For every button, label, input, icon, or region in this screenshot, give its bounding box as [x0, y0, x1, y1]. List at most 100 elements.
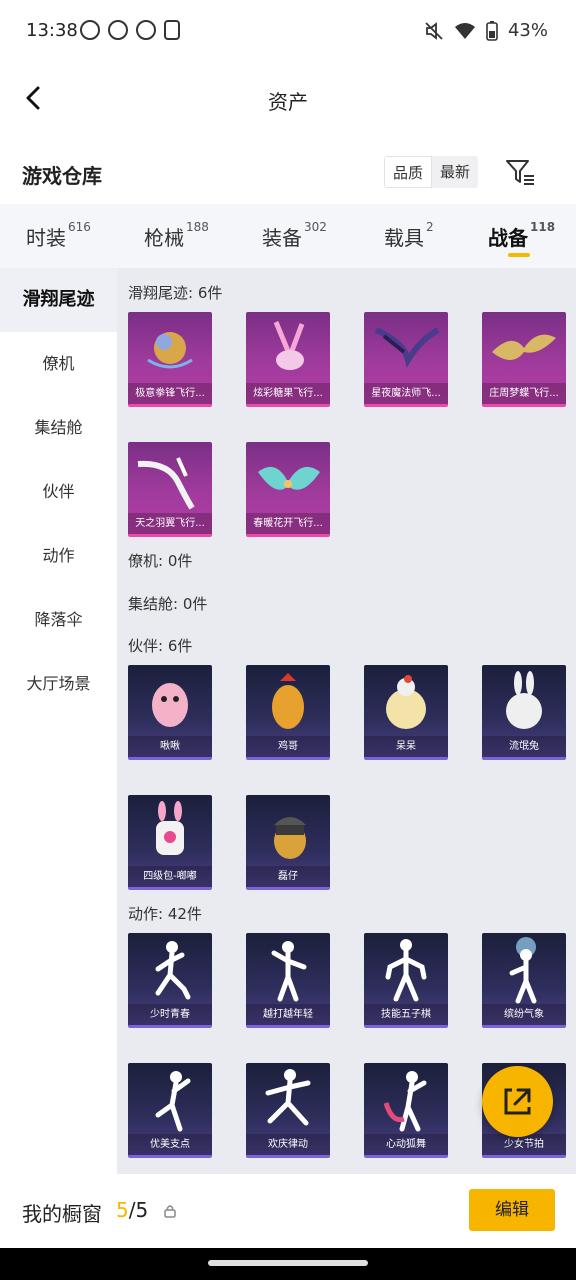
item-name: 优美支点	[128, 1134, 212, 1155]
item-name: 鸡哥	[246, 736, 330, 757]
item-card[interactable]: 极意拳锋飞行...	[128, 312, 212, 407]
tab-count: 2	[426, 220, 434, 234]
sort-toggle: 品质 最新	[384, 156, 479, 188]
emote-art	[271, 941, 307, 1002]
sidebar-item-emote[interactable]: 动作	[0, 524, 117, 588]
section-title-wingman: 僚机: 0件	[128, 552, 193, 570]
active-tab-indicator	[508, 253, 530, 257]
showcase-current: 5	[116, 1198, 129, 1222]
showcase-label: 我的橱窗	[22, 1202, 102, 1226]
status-time: 13:38	[26, 20, 78, 41]
item-card[interactable]: 炫彩糖果飞行...	[246, 312, 330, 407]
item-name: 少女节拍	[482, 1134, 566, 1155]
partner-art	[386, 675, 426, 729]
item-name: 啾啾	[128, 736, 212, 757]
item-card[interactable]: 鸡哥	[246, 665, 330, 760]
tab-count: 188	[186, 220, 209, 234]
item-card[interactable]: 欢庆律动	[246, 1063, 330, 1158]
status-bar: 13:38 43%	[0, 0, 576, 62]
item-grid: 滑翔尾迹: 6件 极意拳锋飞行... 炫彩糖果飞行... 星夜魔法师飞... 庄…	[117, 268, 576, 1174]
item-card[interactable]: 呆呆	[364, 665, 448, 760]
sidebar-item-wingman[interactable]: 僚机	[0, 332, 117, 396]
item-card[interactable]: 啾啾	[128, 665, 212, 760]
battery-icon	[486, 20, 498, 41]
sidebar-item-parachute[interactable]: 降落伞	[0, 588, 117, 652]
section-title-glide: 滑翔尾迹: 6件	[128, 284, 223, 302]
item-name: 少时青春	[128, 1004, 212, 1025]
tab-label: 枪械	[144, 226, 184, 250]
status-right: 43%	[424, 20, 548, 41]
item-name: 星夜魔法师飞...	[364, 383, 448, 404]
item-card[interactable]: 天之羽翼飞行...	[128, 442, 212, 537]
item-name: 流氓兔	[482, 736, 566, 757]
emote-art	[509, 937, 537, 1004]
category-tabs: 时装 616 枪械 188 装备 302 载具 2 战备 118	[0, 204, 576, 268]
sort-quality-button[interactable]: 品质	[384, 156, 433, 188]
tab-label: 战备	[488, 226, 528, 250]
edit-button[interactable]: 编辑	[469, 1189, 555, 1231]
tab-count: 616	[68, 220, 91, 234]
emote-art	[155, 941, 191, 1000]
item-card[interactable]: 越打越年轻	[246, 933, 330, 1028]
app-header: 资产	[0, 62, 576, 136]
home-handle[interactable]	[208, 1260, 368, 1266]
item-card[interactable]: 庄周梦蝶飞行...	[482, 312, 566, 407]
sidebar-item-glide-trail[interactable]: 滑翔尾迹	[0, 268, 117, 332]
section-title-partner: 伙伴: 6件	[128, 637, 193, 655]
tab-fashion[interactable]: 时装 616	[26, 220, 91, 251]
system-nav-bar	[0, 1248, 576, 1280]
showcase-bar: 我的橱窗 5/5 编辑	[0, 1174, 576, 1248]
item-card[interactable]: 技能五子棋	[364, 933, 448, 1028]
item-card[interactable]: 心动狐舞	[364, 1063, 448, 1158]
item-name: 心动狐舞	[364, 1134, 448, 1155]
sidebar-item-partner[interactable]: 伙伴	[0, 460, 117, 524]
item-card[interactable]: 星夜魔法师飞...	[364, 312, 448, 407]
item-card[interactable]: 少时青春	[128, 933, 212, 1028]
item-name: 四级包-啷嘟	[128, 866, 212, 887]
emote-art	[385, 939, 427, 1002]
page-title: 资产	[268, 90, 308, 114]
filter-icon[interactable]	[504, 156, 536, 188]
item-name: 呆呆	[364, 736, 448, 757]
item-name: 炫彩糖果飞行...	[246, 383, 330, 404]
item-name: 欢庆律动	[246, 1134, 330, 1155]
warehouse-title: 游戏仓库	[22, 164, 102, 188]
item-card[interactable]: 磊仔	[246, 795, 330, 890]
emote-art	[265, 1069, 311, 1126]
partner-art	[156, 801, 184, 855]
wechat-icon	[108, 20, 128, 40]
section-title-emote: 动作: 42件	[128, 905, 202, 923]
tab-gear[interactable]: 战备 118	[488, 220, 555, 251]
item-name: 春暖花开飞行...	[246, 513, 330, 534]
phone-icon	[164, 20, 180, 40]
partner-art	[274, 817, 306, 859]
item-card[interactable]: 流氓兔	[482, 665, 566, 760]
sort-latest-button[interactable]: 最新	[432, 156, 478, 188]
app-notification-icon	[80, 20, 100, 40]
item-card[interactable]: 春暖花开飞行...	[246, 442, 330, 537]
external-link-icon	[504, 1088, 531, 1115]
item-card[interactable]: 四级包-啷嘟	[128, 795, 212, 890]
item-card[interactable]: 优美支点	[128, 1063, 212, 1158]
tab-vehicles[interactable]: 载具 2	[384, 220, 434, 251]
tab-equipment[interactable]: 装备 302	[262, 220, 327, 251]
item-name: 庄周梦蝶飞行...	[482, 383, 566, 404]
item-name: 越打越年轻	[246, 1004, 330, 1025]
sidebar-item-lobby-scene[interactable]: 大厅场景	[0, 652, 117, 716]
tab-weapons[interactable]: 枪械 188	[144, 220, 209, 251]
emote-art	[155, 1071, 191, 1132]
emote-art	[383, 1071, 427, 1132]
notification-icons	[80, 20, 180, 40]
lock-icon	[164, 1205, 176, 1218]
item-card[interactable]: 缤纷气象	[482, 933, 566, 1028]
share-button[interactable]	[482, 1066, 553, 1137]
wechat-icon-2	[136, 20, 156, 40]
glide-trail-art	[147, 332, 193, 369]
wifi-icon	[454, 22, 475, 39]
item-name: 缤纷气象	[482, 1004, 566, 1025]
tab-label: 装备	[262, 226, 302, 250]
item-name: 技能五子棋	[364, 1004, 448, 1025]
sidebar-item-capsule[interactable]: 集结舱	[0, 396, 117, 460]
warehouse-header: 游戏仓库 品质 最新	[0, 136, 576, 204]
mute-icon	[425, 21, 443, 40]
